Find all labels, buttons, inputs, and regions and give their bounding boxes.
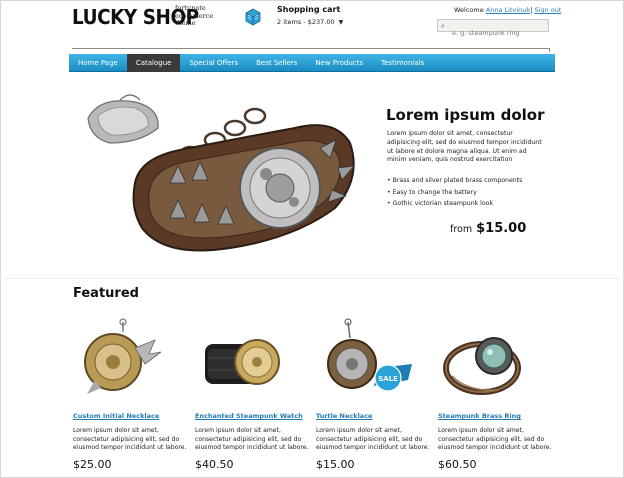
nav-item-new-products[interactable]: New Products [306, 54, 372, 72]
product-description: Lorem ipsum dolor sit amet, consectetur … [73, 427, 187, 451]
section-divider [0, 278, 624, 279]
header-divider [72, 48, 550, 49]
nav-item-special-offers[interactable]: Special Offers [180, 54, 247, 72]
cart-title[interactable]: Shopping cart [277, 5, 340, 14]
shopping-cart-icon[interactable] [243, 6, 263, 26]
search-input[interactable] [438, 27, 548, 39]
welcome-text: Welcome [454, 6, 484, 14]
logo-tagline: fortunate ecommerce theme [175, 4, 213, 28]
hero-description: Lorem ipsum dolor sit amet, consectetur … [387, 130, 542, 164]
product-image[interactable]: SALE [316, 318, 416, 406]
sale-badge: SALE [374, 364, 412, 392]
product-description: Lorem ipsum dolor sit amet, consectetur … [316, 427, 430, 451]
product-price: $40.50 [195, 458, 234, 471]
tagline-line: theme [175, 19, 196, 27]
hero-title: Lorem ipsum dolor [386, 106, 545, 124]
sign-out-link[interactable]: Sign out [534, 6, 561, 14]
product-name-link[interactable]: Turtle Necklace [316, 412, 372, 420]
hero-features-list: Brass and silver plated brass components… [387, 175, 523, 210]
nav-item-catalogue[interactable]: Catalogue [126, 54, 181, 72]
product-description: Lorem ipsum dolor sit amet, consectetur … [195, 427, 309, 451]
small-bracelet-graphic [87, 94, 159, 144]
product-image[interactable] [73, 318, 173, 406]
product-image[interactable] [195, 318, 295, 406]
cart-summary[interactable]: 2 items - $237.00 ▼ [277, 18, 343, 26]
product-price: $15.00 [316, 458, 355, 471]
nav-item-best-sellers[interactable]: Best Sellers [247, 54, 306, 72]
product-price: $60.50 [438, 458, 477, 471]
caret-down-icon[interactable]: ▼ [339, 19, 344, 26]
product-description: Lorem ipsum dolor sit amet, consectetur … [438, 427, 552, 451]
price-prefix: from [450, 224, 473, 235]
welcome-separator: | [530, 6, 533, 14]
search-icon[interactable]: ⌕ [441, 22, 445, 31]
product-name-link[interactable]: Custom Initial Necklace [73, 412, 159, 420]
product-name-link[interactable]: Steampunk Brass Ring [438, 412, 521, 420]
hero-bracelet-image[interactable] [80, 88, 370, 263]
welcome-bar: Welcome Anna Litvinuk| Sign out [454, 6, 561, 14]
header-divider-tick [549, 48, 550, 52]
search-box: ⌕ [437, 19, 549, 39]
user-name-link[interactable]: Anna Litvinuk [486, 6, 530, 14]
feature-item: Brass and silver plated brass components [387, 175, 523, 187]
main-nav: Home Page Catalogue Special Offers Best … [69, 54, 555, 72]
nav-item-home[interactable]: Home Page [69, 54, 127, 72]
sale-badge-label: SALE [378, 375, 398, 383]
cart-summary-text: 2 items - $237.00 [277, 18, 335, 26]
cuff-graphic [132, 124, 355, 252]
hero-price: from $15.00 [450, 221, 526, 236]
featured-heading: Featured [73, 286, 139, 301]
feature-item: Easy to change the battery [387, 187, 522, 199]
product-image[interactable] [438, 318, 538, 406]
price-value: $15.00 [476, 221, 527, 236]
product-name-link[interactable]: Enchanted Steampunk Watch [195, 412, 303, 420]
nav-item-testimonials[interactable]: Testimonials [372, 54, 433, 72]
feature-item: Gothic victorian steampunk look [387, 198, 522, 210]
product-price: $25.00 [73, 458, 112, 471]
